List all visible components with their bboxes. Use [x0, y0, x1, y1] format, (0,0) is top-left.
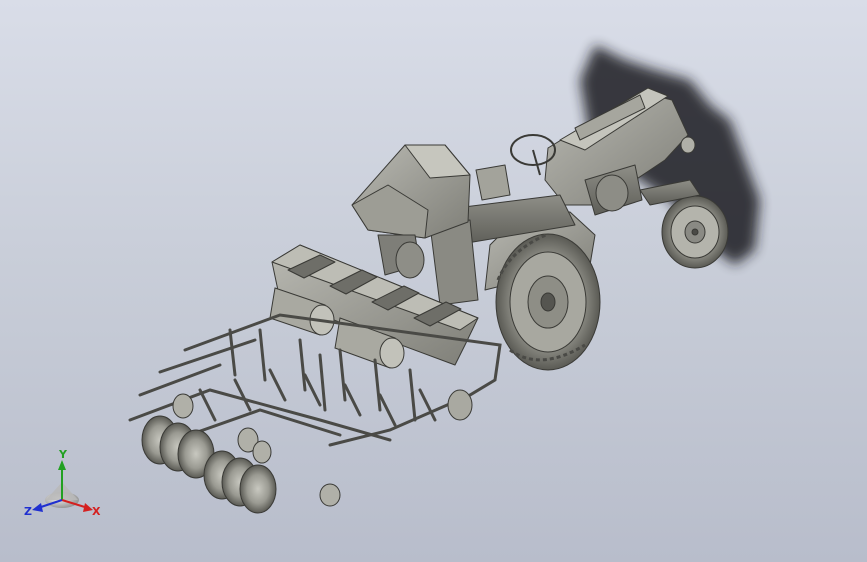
- graphics-viewport[interactable]: Y X Z: [0, 0, 867, 562]
- axis-triad: Y X Z: [24, 448, 101, 518]
- z-axis-arrow: [32, 503, 43, 512]
- gauge-wheel-rear[interactable]: [447, 389, 473, 421]
- front-wheel[interactable]: [661, 195, 729, 269]
- model-scene[interactable]: [0, 0, 867, 562]
- roller-assembly-left[interactable]: [141, 393, 215, 479]
- rear-wheel[interactable]: [495, 232, 601, 371]
- roller-assembly-right[interactable]: [203, 427, 341, 514]
- tractor[interactable]: [429, 87, 729, 371]
- tractor-seat[interactable]: [475, 164, 511, 201]
- x-axis-label: X: [92, 505, 101, 518]
- y-axis-arrow: [58, 460, 66, 470]
- y-axis-label: Y: [58, 448, 68, 461]
- z-axis-label: Z: [24, 505, 32, 518]
